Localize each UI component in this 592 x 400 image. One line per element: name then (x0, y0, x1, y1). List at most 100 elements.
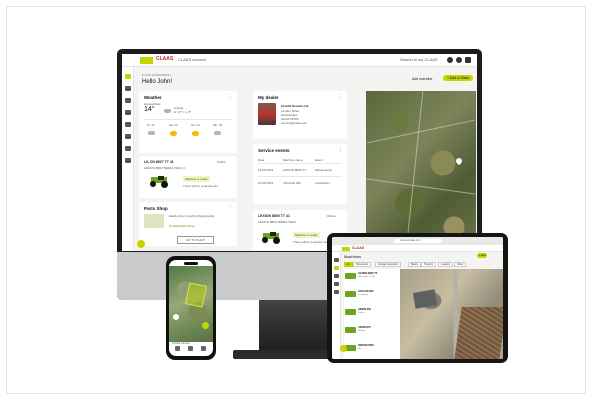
browser-bar: connect.claas.com (332, 237, 503, 245)
more-icon[interactable]: ⋮ (228, 205, 233, 211)
list-item-title[interactable]: XERION 5000 (358, 344, 374, 347)
filter-chip-all[interactable]: All (344, 262, 353, 267)
filter-chip[interactable]: Tractors (421, 262, 437, 267)
forecast-day: Fr. 12 (147, 123, 155, 127)
url-field[interactable]: connect.claas.com (394, 239, 442, 243)
desktop-topbar: CLAAS CLAAS connect Search in my CLAAS (122, 54, 477, 67)
phone-field-map[interactable] (169, 266, 213, 342)
more-icon[interactable]: ⋮ (338, 147, 343, 153)
home-nav-icon[interactable] (125, 74, 131, 79)
tablet-page-title: Machines (344, 254, 362, 259)
sun-icon (170, 131, 177, 136)
fields-nav-icon[interactable] (125, 98, 131, 103)
more-icon[interactable]: ⋮ (338, 94, 343, 100)
machine-ready-badge: Machine is ready (293, 232, 320, 238)
menu-tab-icon[interactable] (201, 346, 206, 351)
filter-chip[interactable]: Loaders (438, 262, 454, 267)
parts-text: Easily order CLAAS Original parts (169, 214, 215, 218)
list-item-title[interactable]: AXION 870 (358, 326, 371, 329)
divider (144, 119, 232, 120)
add-field-icon[interactable] (202, 322, 209, 329)
dealer-name: CLAAS Service Ltd (281, 104, 309, 108)
dealer-card: My dealer ⋮ CLAAS Service Ltd London Roa… (253, 91, 347, 139)
machines-nav-icon[interactable] (334, 266, 339, 270)
add-claas-button[interactable]: + Add a Claas (443, 75, 473, 81)
machine-note: There will be a service fee. (183, 184, 219, 188)
machine-status: Online (327, 214, 336, 218)
account-icon[interactable] (465, 57, 471, 63)
event-date: 10.06.2023 (258, 181, 274, 185)
settings-nav-icon[interactable] (125, 158, 131, 163)
add-machine-button[interactable]: + Add (477, 253, 488, 258)
map-tab-icon[interactable] (188, 346, 193, 351)
machines-nav-icon[interactable] (125, 86, 131, 91)
dealer-email[interactable]: service@claas.com (281, 121, 307, 125)
satellite-map[interactable] (366, 91, 476, 251)
field-boundary[interactable] (184, 282, 208, 308)
monitor-stand (259, 300, 331, 356)
list-item-title[interactable]: JAGUAR 960 (358, 290, 373, 293)
plowed-field[interactable] (454, 307, 503, 359)
analysis-nav-icon[interactable] (125, 122, 131, 127)
assistant-fab-icon[interactable] (137, 240, 145, 248)
tablet-screen: connect.claas.com CLAAS Machines + Add A… (332, 237, 503, 359)
filter-chip[interactable]: Forage harvesters (375, 262, 402, 267)
dealer-nav-icon[interactable] (125, 146, 131, 151)
list-item-subtitle: Harvesting · 12.06 (358, 276, 375, 278)
greeting-title: Hello John! (142, 79, 173, 85)
events-title: Service events (258, 148, 290, 153)
machine-plate: LEXION 8800 TT 41 (258, 214, 290, 218)
machine-list: LEXION 8900 TT Harvesting · 12.06 JAGUAR… (344, 269, 400, 359)
combine-harvester-icon (261, 232, 283, 244)
service-events-card: Service events ⋮ Date Machine name Event… (253, 144, 347, 204)
machine-card[interactable]: LK-CN 8927 TT 41 Online LEXION 8900 TERR… (139, 156, 237, 198)
claas-logo-icon[interactable] (140, 57, 153, 64)
filter-chip[interactable]: Balers (408, 262, 422, 267)
go-to-shop-button[interactable]: GO TO SHOP (177, 236, 214, 244)
notification-icon[interactable] (447, 57, 453, 63)
shop-nav-icon[interactable] (125, 134, 131, 139)
filter-chip[interactable]: Harvesters (353, 262, 372, 267)
app-title: CLAAS connect (178, 57, 207, 62)
assistant-fab-icon[interactable] (340, 345, 347, 352)
settings-nav-icon[interactable] (334, 290, 339, 294)
fields-nav-icon[interactable] (334, 274, 339, 278)
farm-building (412, 289, 438, 309)
tasks-nav-icon[interactable] (125, 110, 131, 115)
weather-card: Weather ⋮ Harsewinkel 14° Cloudy H: 17° … (139, 91, 237, 153)
harvester-icon (345, 273, 356, 279)
list-item-subtitle: In transport (358, 294, 369, 296)
more-icon[interactable]: ⋮ (228, 94, 233, 100)
list-item-title[interactable]: ARION 660 (358, 308, 371, 311)
divider (258, 163, 342, 164)
tablet-satellite-map[interactable] (400, 269, 503, 359)
map-pin-icon[interactable] (454, 156, 464, 166)
parts-shop-card: Parts Shop ⋮ Easily order CLAAS Original… (139, 202, 237, 246)
event-machine[interactable]: JAGUAR 960 (283, 181, 301, 185)
claas-logo-icon[interactable] (342, 247, 350, 251)
home-tab-icon[interactable] (175, 346, 180, 351)
events-header-machine: Machine name (283, 158, 303, 162)
list-item-subtitle: Working (358, 330, 366, 332)
parts-link[interactable]: CLAAS Parts Shop (169, 224, 195, 228)
brand-name: CLAAS (352, 246, 365, 250)
add-machine-link[interactable]: Add machine (409, 76, 435, 82)
tasks-nav-icon[interactable] (334, 282, 339, 286)
cloud-icon (214, 131, 221, 135)
url-text: connect.claas.com (400, 239, 421, 242)
tablet-sidebar (332, 252, 341, 359)
help-icon[interactable] (456, 57, 462, 63)
locate-icon[interactable] (173, 314, 179, 320)
home-nav-icon[interactable] (334, 258, 339, 262)
brand-name: CLAAS (156, 56, 174, 62)
weather-temp: 14° (144, 106, 155, 113)
divider (258, 176, 342, 177)
parts-image (144, 214, 164, 228)
phone-app-title: CLAAS connect (172, 342, 190, 345)
list-item-title[interactable]: LEXION 8900 TT (358, 272, 377, 275)
dealer-avatar (258, 103, 276, 125)
event-machine[interactable]: LEXION 8900 TT (283, 168, 306, 172)
filter-chip[interactable]: Other (454, 262, 467, 267)
global-search[interactable]: Search in my CLAAS (400, 57, 438, 62)
weather-title: Weather (144, 95, 162, 100)
